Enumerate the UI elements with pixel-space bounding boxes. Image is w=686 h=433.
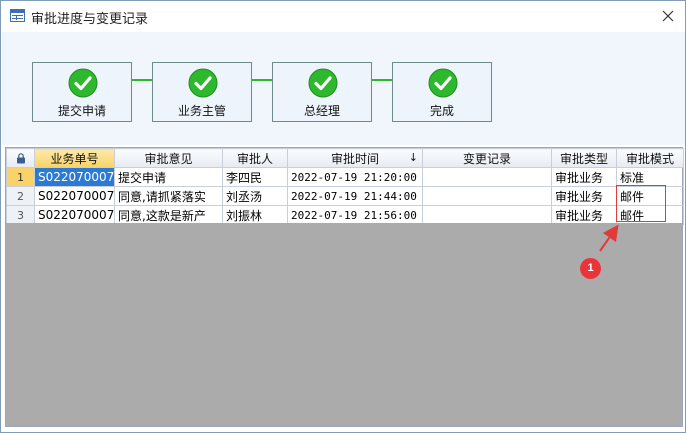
annotation-highlight-box <box>616 185 666 222</box>
cell-opinion[interactable]: 提交申请 <box>114 167 223 187</box>
column-header-order-no[interactable]: 业务单号 <box>34 148 115 168</box>
column-header-opinion[interactable]: 审批意见 <box>114 148 223 168</box>
grid-empty-area <box>5 223 683 427</box>
flow-step-supervisor: 业务主管 <box>152 62 252 122</box>
column-lock-button[interactable] <box>6 148 35 168</box>
cell-change-log[interactable] <box>422 167 552 187</box>
flow-step-label: 业务主管 <box>177 104 226 118</box>
row-number[interactable]: 2 <box>6 186 35 206</box>
close-button[interactable] <box>657 5 679 27</box>
cell-change-log[interactable] <box>422 186 552 206</box>
check-icon <box>68 68 98 98</box>
table-row[interactable]: 1 S022070007 提交申请 李四民 2022-07-19 21:20:0… <box>6 167 684 187</box>
table-icon <box>10 9 25 22</box>
column-header-time-label: 审批时间 <box>330 151 379 166</box>
column-header-change-log[interactable]: 变更记录 <box>422 148 552 168</box>
check-icon <box>428 68 458 98</box>
flow-step-label: 总经理 <box>303 104 340 118</box>
cell-approver[interactable]: 刘振林 <box>222 205 288 225</box>
cell-type[interactable]: 审批业务 <box>551 167 617 187</box>
flow-step-label: 完成 <box>429 104 454 118</box>
cell-approver[interactable]: 李四民 <box>222 167 288 187</box>
annotation-marker: 1 <box>580 258 601 279</box>
cell-approver[interactable]: 刘丞汤 <box>222 186 288 206</box>
lock-icon <box>16 152 25 163</box>
table-row[interactable]: 2 S022070007 同意,请抓紧落实 刘丞汤 2022-07-19 21:… <box>6 186 684 206</box>
row-number[interactable]: 3 <box>6 205 35 225</box>
column-header-time[interactable]: 审批时间 ↓ <box>287 148 423 168</box>
title-bar: 审批进度与变更记录 <box>1 1 685 32</box>
cell-mode[interactable]: 标准 <box>616 167 684 187</box>
flow-connector <box>252 79 273 81</box>
column-header-mode[interactable]: 审批模式 <box>616 148 684 168</box>
row-number[interactable]: 1 <box>6 167 35 187</box>
column-header-type[interactable]: 审批类型 <box>551 148 617 168</box>
close-icon <box>662 10 674 22</box>
cell-time[interactable]: 2022-07-19 21:20:00 <box>287 167 423 187</box>
cell-time[interactable]: 2022-07-19 21:44:00 <box>287 186 423 206</box>
cell-order-no[interactable]: S022070007 <box>34 205 115 225</box>
flow-step-complete: 完成 <box>392 62 492 122</box>
cell-opinion[interactable]: 同意,请抓紧落实 <box>114 186 223 206</box>
check-icon <box>188 68 218 98</box>
grid-header-row: 业务单号 审批意见 审批人 审批时间 ↓ 变更记录 审批类型 审批模式 <box>6 148 684 168</box>
cell-change-log[interactable] <box>422 205 552 225</box>
column-header-approver[interactable]: 审批人 <box>222 148 288 168</box>
flow-connector <box>372 79 393 81</box>
cell-type[interactable]: 审批业务 <box>551 205 617 225</box>
approval-records-grid: 业务单号 审批意见 审批人 审批时间 ↓ 变更记录 审批类型 审批模式 1 S0… <box>5 147 684 227</box>
cell-opinion[interactable]: 同意,这款是新产 <box>114 205 223 225</box>
check-icon <box>308 68 338 98</box>
cell-order-no[interactable]: S022070007 <box>34 167 115 187</box>
table-row[interactable]: 3 S022070007 同意,这款是新产 刘振林 2022-07-19 21:… <box>6 205 684 225</box>
sort-descending-icon: ↓ <box>408 151 418 164</box>
approval-dialog: 审批进度与变更记录 提交申请 业务主管 总经理 完成 业务单号 审批意见 审批人… <box>0 0 686 433</box>
flow-step-label: 提交申请 <box>57 104 106 118</box>
flow-step-general-manager: 总经理 <box>272 62 372 122</box>
cell-type[interactable]: 审批业务 <box>551 186 617 206</box>
window-title: 审批进度与变更记录 <box>31 12 149 27</box>
flow-step-submit: 提交申请 <box>32 62 132 122</box>
approval-flow-panel: 提交申请 业务主管 总经理 完成 <box>2 32 685 145</box>
cell-order-no[interactable]: S022070007 <box>34 186 115 206</box>
flow-connector <box>132 79 153 81</box>
cell-time[interactable]: 2022-07-19 21:56:00 <box>287 205 423 225</box>
